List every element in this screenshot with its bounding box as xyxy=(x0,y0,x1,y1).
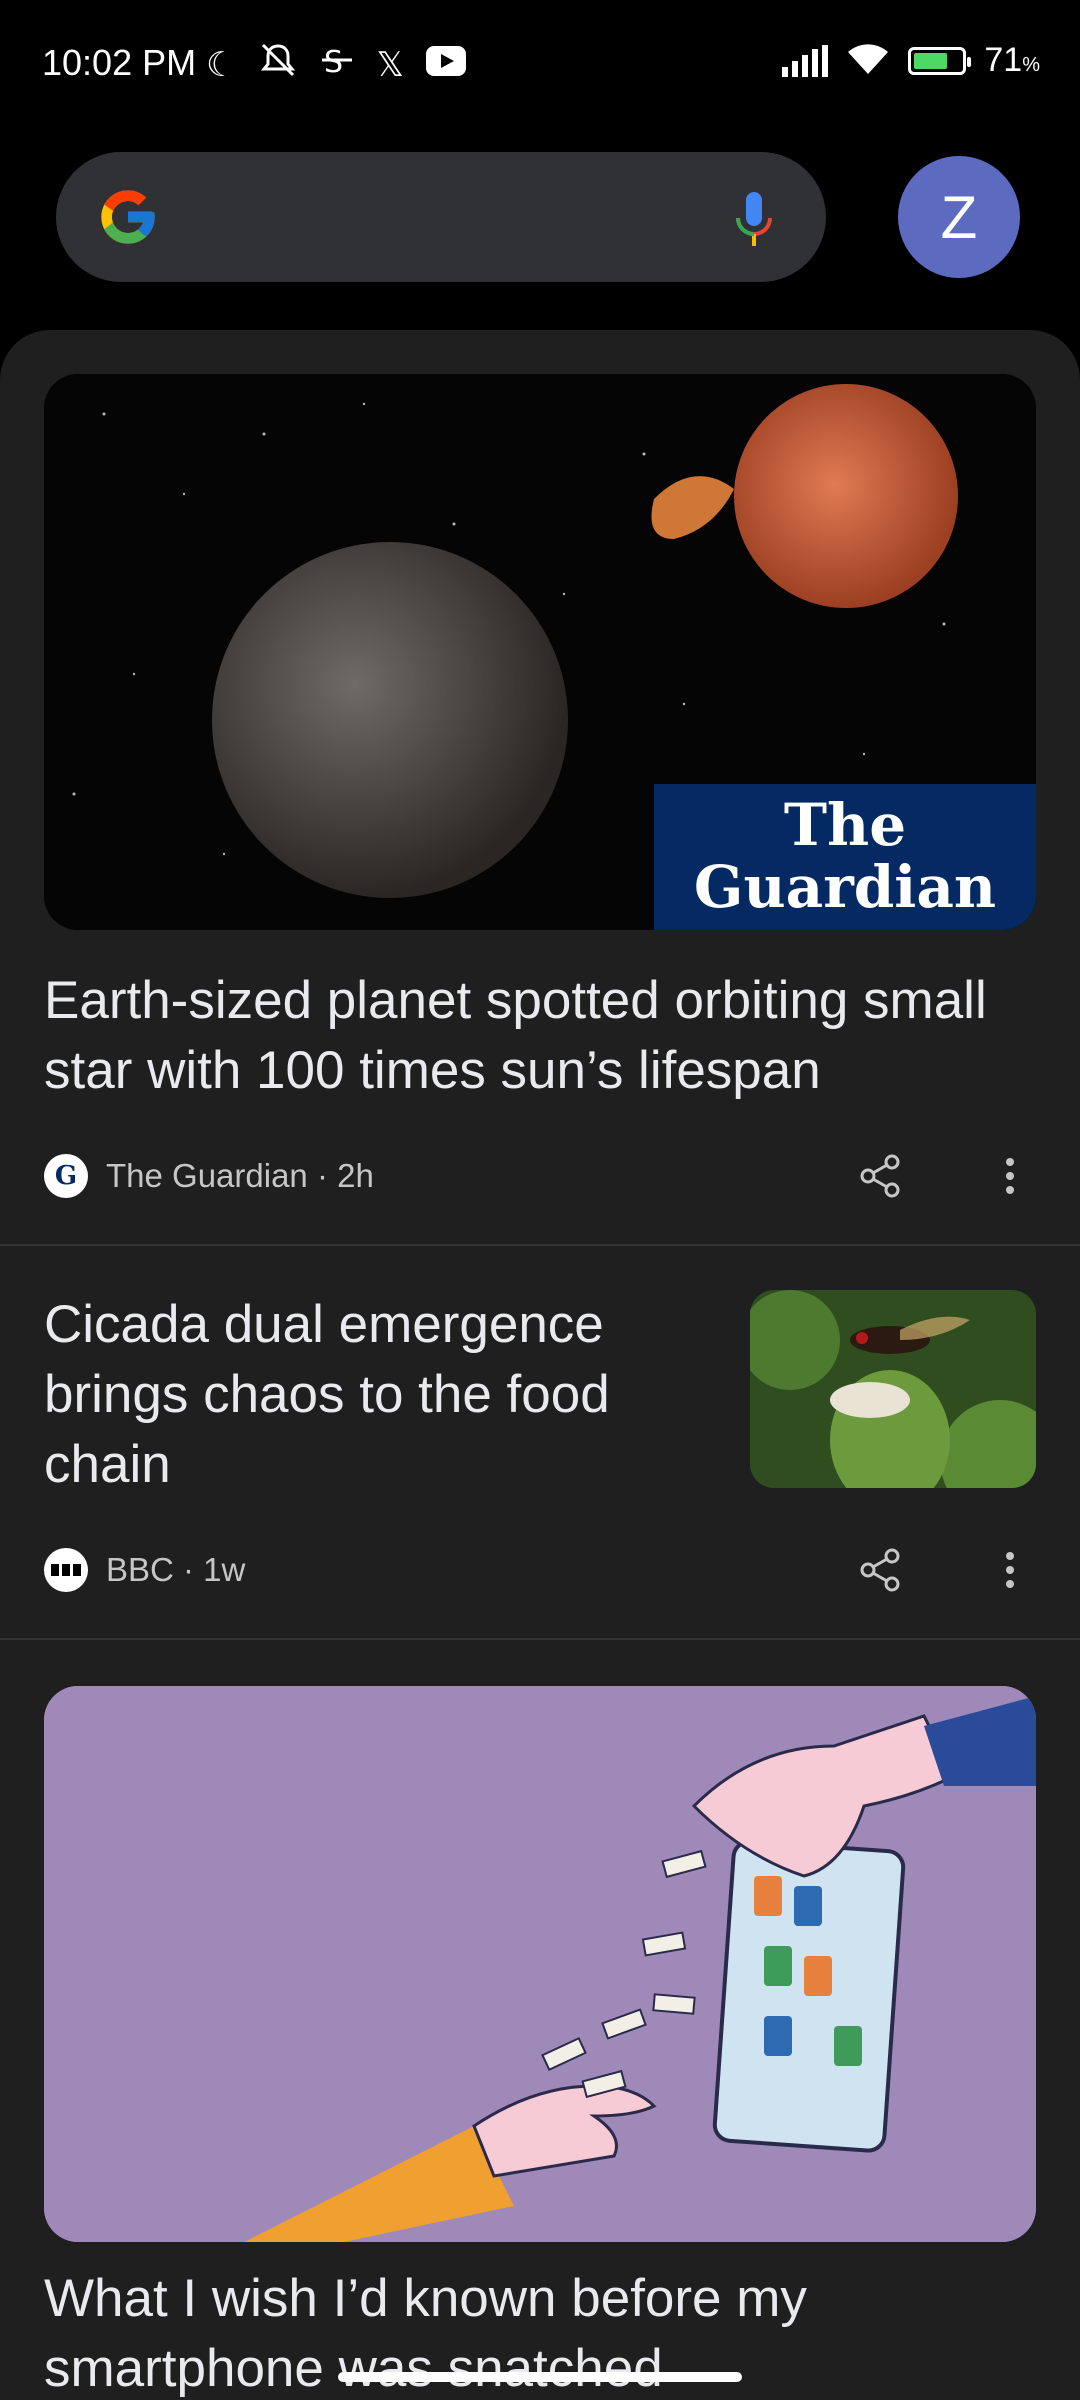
bbc-source-icon xyxy=(44,1548,88,1592)
share-icon[interactable] xyxy=(856,1546,904,1594)
divider xyxy=(0,1244,1080,1246)
article-2-headline[interactable]: Cicada dual emergence brings chaos to th… xyxy=(44,1290,724,1500)
guardian-source-icon: G xyxy=(44,1154,88,1198)
account-avatar[interactable]: Z xyxy=(898,156,1020,278)
status-bar: 10:02 PM ☾ S 𝕏 71% xyxy=(0,0,1080,130)
article-2-source: BBC · 1w xyxy=(106,1551,246,1588)
discover-feed: The Guardian Earth-sized planet spotted o… xyxy=(0,330,1080,2400)
home-indicator[interactable] xyxy=(338,2372,742,2382)
phone-snatch-illustration xyxy=(44,1686,1036,2242)
google-logo-icon xyxy=(101,190,155,244)
battery-percent: 71% xyxy=(984,41,1040,79)
more-options-icon[interactable] xyxy=(988,1546,1032,1594)
status-system-icons: 71% xyxy=(782,40,1040,81)
search-bar[interactable] xyxy=(56,152,826,282)
divider xyxy=(0,1638,1080,1640)
dnd-icon: S xyxy=(320,40,354,89)
moon-icon: ☾ xyxy=(206,45,237,84)
battery-charging-icon xyxy=(908,46,972,75)
microphone-icon[interactable] xyxy=(734,190,774,250)
article-1-headline[interactable]: Earth-sized planet spotted orbiting smal… xyxy=(44,966,1036,1106)
article-1-image[interactable]: The Guardian xyxy=(44,374,1036,930)
cicada-image xyxy=(750,1290,1036,1488)
status-time: 10:02 PM xyxy=(42,42,197,83)
guardian-logo: The Guardian xyxy=(654,784,1036,930)
article-3-image[interactable] xyxy=(44,1686,1036,2242)
status-notification-icons: ☾ S 𝕏 xyxy=(206,40,466,89)
youtube-icon xyxy=(425,45,466,85)
svg-text:S: S xyxy=(324,45,343,80)
more-options-icon[interactable] xyxy=(988,1152,1032,1200)
article-2-thumbnail[interactable] xyxy=(750,1290,1036,1488)
article-1-meta: G The Guardian · 2h xyxy=(44,1154,374,1198)
article-1-source: The Guardian · 2h xyxy=(106,1157,374,1194)
wifi-icon xyxy=(846,40,890,81)
article-2-meta: BBC · 1w xyxy=(44,1548,245,1592)
signal-icon xyxy=(782,44,829,77)
share-icon[interactable] xyxy=(856,1152,904,1200)
x-logo-icon: 𝕏 xyxy=(376,45,404,84)
notifications-off-icon xyxy=(258,40,298,89)
